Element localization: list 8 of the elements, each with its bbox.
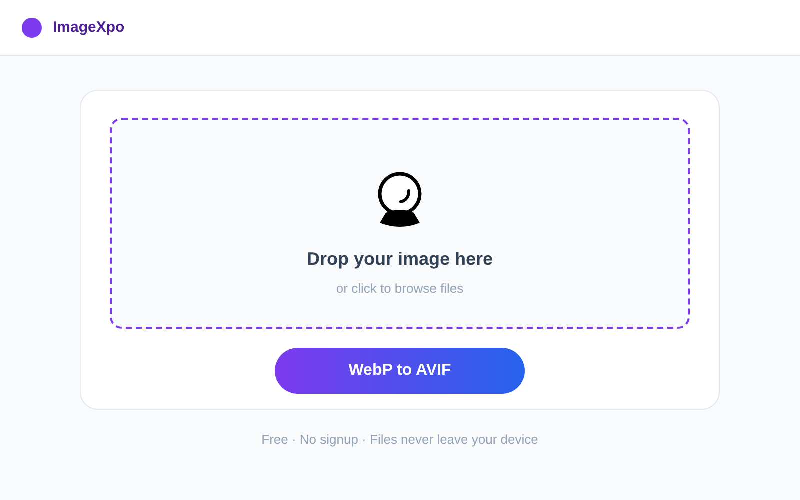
footer-note: Free · No signup · Files never leave your device [262,432,538,447]
brand-name: ImageXpo [53,19,125,36]
convert-button[interactable]: WebP to AVIF [275,348,525,394]
logo-icon [22,18,42,38]
drop-zone[interactable]: Drop your image here or click to browse files [110,118,690,329]
browse-hint: or click to browse files [336,281,464,296]
crystal-ball-icon [377,171,423,229]
drop-title: Drop your image here [306,249,494,270]
